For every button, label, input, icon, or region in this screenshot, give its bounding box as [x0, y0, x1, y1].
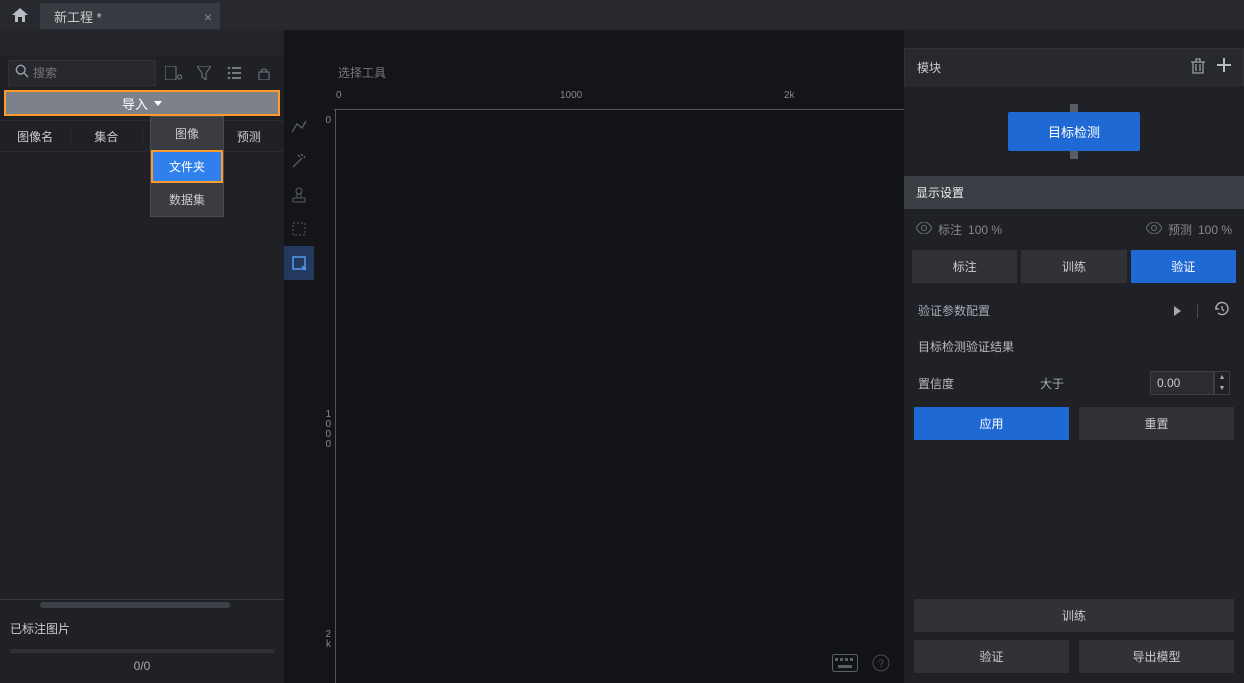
tool-label-rect[interactable]: [284, 246, 314, 280]
canvas[interactable]: [336, 110, 904, 683]
svg-text:?: ?: [878, 658, 884, 670]
help-icon[interactable]: ?: [872, 654, 890, 675]
close-icon[interactable]: ×: [204, 9, 212, 25]
ruler-horizontal: 0 1000 2k: [334, 90, 904, 110]
image-grid-icon[interactable]: [162, 61, 186, 85]
play-icon[interactable]: [1174, 306, 1181, 316]
result-title: 目标检测验证结果: [918, 338, 1014, 355]
tool-select-rect[interactable]: [284, 212, 314, 246]
search-input[interactable]: [33, 66, 149, 80]
project-tab-title: 新工程 *: [54, 7, 102, 26]
import-button[interactable]: 导入: [4, 90, 280, 116]
import-menu-folder[interactable]: 文件夹: [151, 150, 223, 183]
tool-polyline[interactable]: [284, 110, 314, 144]
search-icon: [15, 64, 29, 81]
list-icon[interactable]: [222, 61, 246, 85]
trash-icon[interactable]: [1191, 58, 1205, 77]
reset-button[interactable]: 重置: [1079, 407, 1234, 440]
image-list: [0, 152, 284, 599]
labeled-progress-text: 0/0: [10, 659, 274, 673]
tab-train[interactable]: 训练: [1021, 250, 1126, 283]
module-title: 模块: [917, 59, 941, 76]
horizontal-scrollbar[interactable]: [0, 600, 284, 610]
visibility-pred-label: 预测: [1168, 221, 1192, 238]
lock-icon[interactable]: [252, 61, 276, 85]
node-target-detection[interactable]: 目标检测: [1008, 112, 1140, 151]
confidence-label: 置信度: [918, 375, 954, 392]
history-icon[interactable]: [1214, 301, 1230, 320]
home-button[interactable]: [0, 0, 40, 30]
display-settings-title: 显示设置: [904, 176, 1244, 209]
spin-down[interactable]: ▼: [1215, 383, 1229, 394]
visibility-pred-percent: 100 %: [1198, 223, 1232, 237]
eye-icon[interactable]: [1146, 222, 1162, 237]
tool-stamp[interactable]: [284, 178, 314, 212]
bottom-export-button[interactable]: 导出模型: [1079, 640, 1234, 673]
filter-icon[interactable]: [192, 61, 216, 85]
labeled-progress-bar: [10, 649, 274, 653]
visibility-annot-label: 标注: [938, 221, 962, 238]
node-connector-top: [1070, 104, 1078, 112]
col-pred[interactable]: 预测: [214, 128, 284, 145]
chevron-down-icon: [154, 101, 162, 106]
tab-annotate[interactable]: 标注: [912, 250, 1017, 283]
confidence-input[interactable]: [1150, 371, 1214, 395]
eye-icon[interactable]: [916, 222, 932, 237]
import-dropdown: 图像 文件夹 数据集: [150, 116, 224, 217]
bottom-validate-button[interactable]: 验证: [914, 640, 1069, 673]
import-menu-dataset[interactable]: 数据集: [151, 183, 223, 216]
labeled-images-title: 已标注图片: [0, 610, 284, 643]
search-box[interactable]: [8, 60, 156, 86]
col-set[interactable]: 集合: [71, 128, 142, 145]
project-tab[interactable]: 新工程 * ×: [40, 3, 220, 29]
tool-wand[interactable]: [284, 144, 314, 178]
greater-than-label: 大于: [1040, 375, 1064, 392]
visibility-annot-percent: 100 %: [968, 223, 1002, 237]
keyboard-icon[interactable]: [832, 654, 858, 675]
verify-params-label: 验证参数配置: [918, 302, 990, 319]
node-connector-bottom: [1070, 151, 1078, 159]
home-icon: [12, 8, 28, 22]
spin-up[interactable]: ▲: [1215, 372, 1229, 383]
apply-button[interactable]: 应用: [914, 407, 1069, 440]
ruler-vertical: 0 1 0 0 0 2 k: [314, 110, 336, 683]
import-menu-image[interactable]: 图像: [151, 117, 223, 150]
tab-validate[interactable]: 验证: [1131, 250, 1236, 283]
import-label: 导入: [122, 94, 148, 113]
plus-icon[interactable]: [1217, 58, 1231, 77]
bottom-train-button[interactable]: 训练: [914, 599, 1234, 632]
canvas-tool-label: 选择工具: [338, 60, 386, 86]
col-image-name[interactable]: 图像名: [0, 128, 71, 145]
